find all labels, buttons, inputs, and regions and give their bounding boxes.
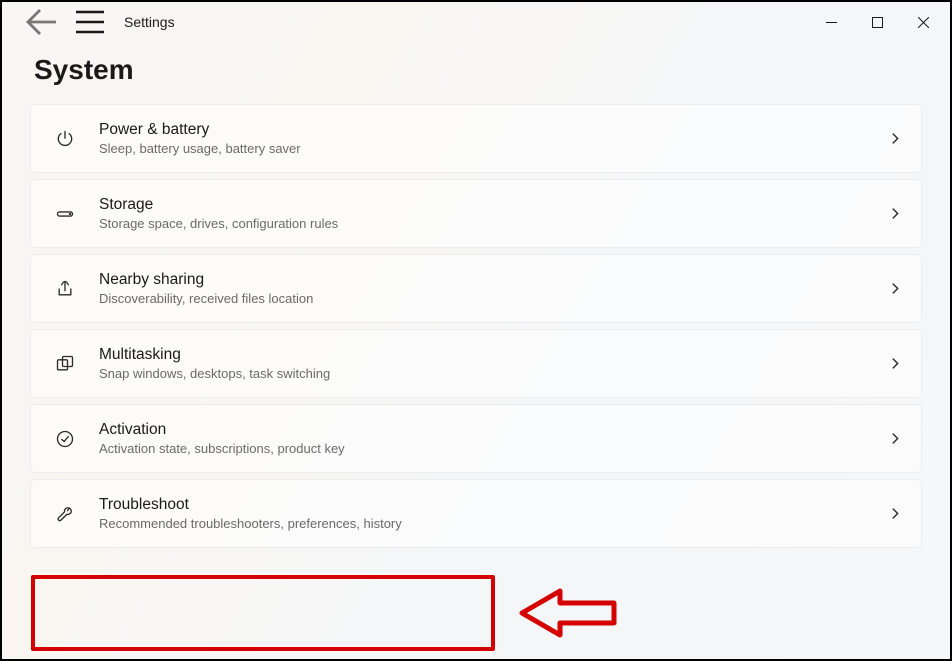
item-subtitle: Snap windows, desktops, task switching [99,366,887,381]
window-close-button[interactable] [900,6,946,38]
page-title: System [34,54,950,86]
window-maximize-button[interactable] [854,6,900,38]
chevron-right-icon [887,507,903,520]
nearby-sharing-item[interactable]: Nearby sharing Discoverability, received… [30,254,922,323]
activation-item[interactable]: Activation Activation state, subscriptio… [30,404,922,473]
item-title: Troubleshoot [99,496,887,514]
item-title: Storage [99,196,887,214]
item-text: Multitasking Snap windows, desktops, tas… [99,346,887,381]
multitasking-item[interactable]: Multitasking Snap windows, desktops, tas… [30,329,922,398]
hamburger-menu-button[interactable] [70,2,110,42]
chevron-right-icon [887,207,903,220]
power-icon [51,129,79,149]
item-title: Activation [99,421,887,439]
chevron-right-icon [887,132,903,145]
settings-window: Settings System Power & battery Sleep, b… [0,0,952,661]
item-subtitle: Activation state, subscriptions, product… [99,441,887,456]
multitasking-icon [51,354,79,374]
item-text: Power & battery Sleep, battery usage, ba… [99,121,887,156]
window-minimize-button[interactable] [808,6,854,38]
item-text: Activation Activation state, subscriptio… [99,421,887,456]
item-text: Nearby sharing Discoverability, received… [99,271,887,306]
chevron-right-icon [887,357,903,370]
item-subtitle: Storage space, drives, configuration rul… [99,216,887,231]
settings-list: Power & battery Sleep, battery usage, ba… [2,104,950,548]
storage-icon [51,204,79,224]
item-subtitle: Recommended troubleshooters, preferences… [99,516,887,531]
activation-icon [51,429,79,449]
item-text: Storage Storage space, drives, configura… [99,196,887,231]
chevron-right-icon [887,282,903,295]
item-title: Multitasking [99,346,887,364]
item-title: Nearby sharing [99,271,887,289]
annotation-highlight-box [31,575,495,651]
chevron-right-icon [887,432,903,445]
back-button[interactable] [22,2,62,42]
app-name: Settings [124,14,175,30]
troubleshoot-item[interactable]: Troubleshoot Recommended troubleshooters… [30,479,922,548]
item-subtitle: Sleep, battery usage, battery saver [99,141,887,156]
share-icon [51,279,79,299]
item-title: Power & battery [99,121,887,139]
storage-item[interactable]: Storage Storage space, drives, configura… [30,179,922,248]
annotation-arrow-icon [518,583,618,648]
item-subtitle: Discoverability, received files location [99,291,887,306]
troubleshoot-icon [51,504,79,524]
item-text: Troubleshoot Recommended troubleshooters… [99,496,887,531]
power-battery-item[interactable]: Power & battery Sleep, battery usage, ba… [30,104,922,173]
